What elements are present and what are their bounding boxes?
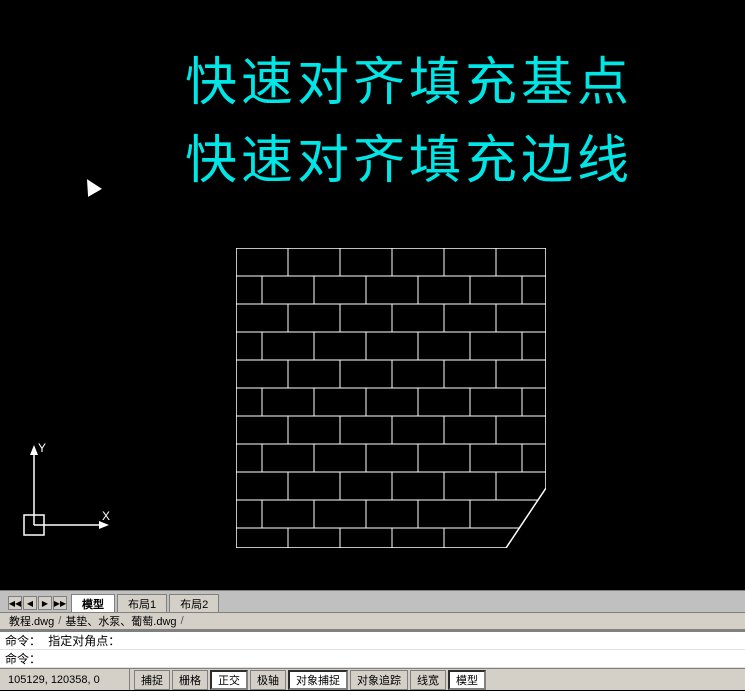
model-button[interactable]: 模型 bbox=[448, 670, 486, 690]
tab-bar: ◀◀ ◀ ▶ ▶▶ 模型 布局1 布局2 bbox=[0, 590, 745, 612]
title1: 快速对齐填充基点 bbox=[185, 40, 633, 115]
tab-layout2[interactable]: 布局2 bbox=[169, 594, 219, 612]
canvas-area[interactable]: 快速对齐填充基点 快速对齐填充边线 bbox=[0, 0, 745, 590]
osnap-button[interactable]: 对象捕捉 bbox=[288, 670, 348, 690]
ortho-button[interactable]: 正交 bbox=[210, 670, 248, 690]
nav-last-arrow[interactable]: ▶▶ bbox=[53, 596, 67, 610]
grid-button[interactable]: 栅格 bbox=[172, 670, 208, 690]
cursor-arrow bbox=[80, 175, 102, 197]
tab-model[interactable]: 模型 bbox=[71, 594, 115, 612]
snap-button[interactable]: 捕捉 bbox=[134, 670, 170, 690]
command-line-2: 命令： bbox=[0, 650, 745, 668]
svg-text:X: X bbox=[102, 509, 110, 523]
polar-button[interactable]: 极轴 bbox=[250, 670, 286, 690]
linewidth-button[interactable]: 线宽 bbox=[410, 670, 446, 690]
file-path-bar: 教程.dwg / 基垫、水泵、葡萄.dwg / bbox=[0, 612, 745, 630]
coordinates-display: 105129, 120358, 0 bbox=[0, 669, 130, 690]
status-buttons: 捕捉 栅格 正交 极轴 对象捕捉 对象追踪 线宽 模型 bbox=[130, 669, 745, 691]
file-path-1: 教程.dwg bbox=[5, 613, 58, 629]
title2: 快速对齐填充边线 bbox=[185, 118, 633, 193]
otrack-button[interactable]: 对象追踪 bbox=[350, 670, 408, 690]
svg-text:Y: Y bbox=[38, 441, 46, 455]
nav-prev-arrow[interactable]: ◀ bbox=[23, 596, 37, 610]
file-separator-2: / bbox=[181, 615, 184, 627]
command-line-1: 命令： 指定对角点： bbox=[0, 632, 745, 650]
command-area[interactable]: 命令： 指定对角点： 命令： bbox=[0, 630, 745, 668]
file-path-2: 基垫、水泵、葡萄.dwg bbox=[61, 613, 180, 629]
nav-arrows: ◀◀ ◀ ▶ ▶▶ bbox=[5, 594, 71, 612]
brick-drawing bbox=[236, 248, 546, 548]
nav-next-arrow[interactable]: ▶ bbox=[38, 596, 52, 610]
tab-layout1[interactable]: 布局1 bbox=[117, 594, 167, 612]
coordinate-axes: Y X bbox=[14, 440, 134, 560]
nav-first-arrow[interactable]: ◀◀ bbox=[8, 596, 22, 610]
status-bar: 105129, 120358, 0 捕捉 栅格 正交 极轴 对象捕捉 对象追踪 … bbox=[0, 668, 745, 690]
